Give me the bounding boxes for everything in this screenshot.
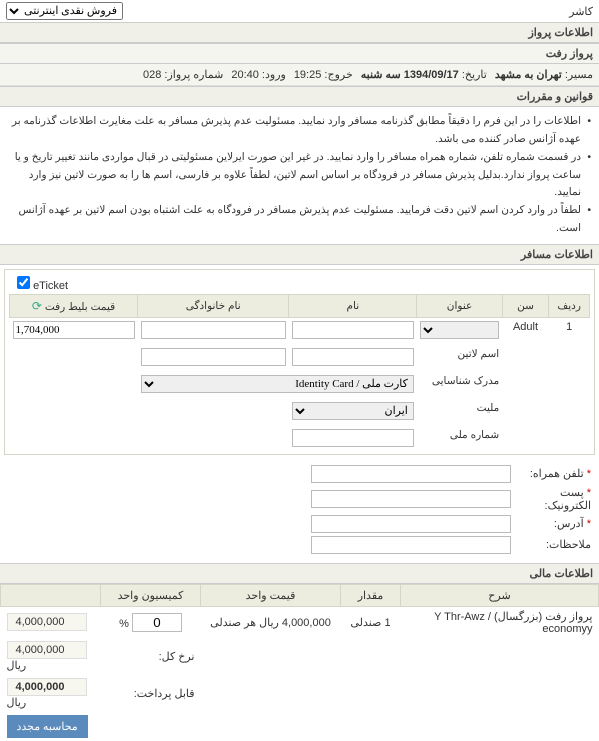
latin-fname-input[interactable]: [292, 348, 414, 366]
cashier-label: کاشر: [569, 5, 593, 18]
nid-input[interactable]: [292, 429, 414, 447]
notes-label: ملاحظات:: [511, 538, 591, 551]
currency-label: ریال: [7, 697, 27, 709]
col-title: عنوان: [417, 294, 502, 317]
gross-label: نرخ کل:: [101, 638, 201, 675]
finance-header: اطلاعات مالی: [0, 563, 599, 584]
nationality-select[interactable]: ایران: [292, 402, 414, 420]
commission-unit: %: [119, 618, 129, 630]
table-row: شماره ملی: [10, 423, 590, 450]
payable-label: قابل پرداخت:: [101, 675, 201, 712]
fin-desc: پرواز رفت (بزرگسال) / Y Thr-Awz economyy: [401, 606, 599, 638]
address-input[interactable]: [311, 515, 511, 533]
pax-age: Adult: [502, 317, 549, 342]
email-input[interactable]: [311, 490, 511, 508]
flight-date: 1394/09/17 سه شنبه: [361, 69, 459, 81]
mobile-label: * تلفن همراه:: [511, 467, 591, 480]
table-row: ملیت ایران: [10, 396, 590, 423]
flight-no: 028: [143, 69, 161, 81]
rules-header: قوانین و مقررات: [0, 86, 599, 107]
fin-col-desc: شرح: [401, 584, 599, 606]
lname-input[interactable]: [141, 321, 286, 339]
fin-col-amount: [1, 584, 101, 606]
col-price: قیمت بلیط رفت ⟳: [10, 294, 138, 317]
col-lname: نام خانوادگی: [138, 294, 289, 317]
depart-header: پرواز رفت: [0, 43, 599, 64]
passenger-box: eTicket ردیف سن عنوان نام نام خانوادگی ق…: [4, 269, 595, 455]
sale-type-select[interactable]: فروش نقدی اینترنتی: [6, 2, 123, 20]
title-select[interactable]: [420, 321, 499, 339]
currency-label: ریال: [7, 660, 27, 672]
pax-index: 1: [549, 317, 590, 342]
fin-qty: 1 صندلی: [341, 606, 401, 638]
passenger-table: ردیف سن عنوان نام نام خانوادگی قیمت بلیط…: [9, 294, 590, 450]
finance-table: شرح مقدار قیمت واحد کمیسیون واحد پرواز ر…: [0, 584, 599, 741]
nationality-label: ملیت: [417, 396, 502, 423]
info-header: اطلاعات پرواز: [0, 22, 599, 43]
email-label: * پست الکترونیک:: [511, 486, 591, 512]
fin-col-unit: قیمت واحد: [201, 584, 341, 606]
table-row: 1 Adult: [10, 317, 590, 342]
arr-time: 20:40: [231, 69, 259, 81]
fin-unit: 4,000,000 ریال هر صندلی: [201, 606, 341, 638]
rule-item: لطفاً در وارد کردن اسم لاتین دقت فرمایید…: [8, 202, 591, 238]
table-row: پرواز رفت (بزرگسال) / Y Thr-Awz economyy…: [1, 606, 599, 638]
id-doc-label: مدرک شناسایی: [417, 369, 502, 396]
fin-col-comm: کمیسیون واحد: [101, 584, 201, 606]
flight-info-bar: مسیر: تهران به مشهد تاریخ: 1394/09/17 سه…: [0, 64, 599, 86]
payable-amount: 4,000,000: [7, 678, 87, 696]
table-row: مدرک شناسایی کارت ملی / Identity Card: [10, 369, 590, 396]
eticket-label: eTicket: [33, 280, 68, 292]
col-age: سن: [502, 294, 549, 317]
route: تهران به مشهد: [495, 69, 562, 81]
fname-input[interactable]: [292, 321, 414, 339]
rule-item: در قسمت شماره تلفن، شماره همراه مسافر را…: [8, 149, 591, 203]
rules-list: اطلاعات را در این فرم را دقیقاً مطابق گذ…: [0, 107, 599, 244]
table-row: اسم لاتین: [10, 342, 590, 369]
latin-lname-input[interactable]: [141, 348, 286, 366]
price-input[interactable]: [13, 321, 135, 339]
table-row: محاسبه مجدد: [1, 712, 599, 741]
id-doc-select[interactable]: کارت ملی / Identity Card: [141, 375, 414, 393]
recalculate-button[interactable]: محاسبه مجدد: [7, 715, 88, 738]
fin-col-qty: مقدار: [341, 584, 401, 606]
pax-header: اطلاعات مسافر: [0, 244, 599, 265]
table-row: نرخ کل: 4,000,000 ریال: [1, 638, 599, 675]
gross-amount: 4,000,000: [7, 641, 87, 659]
rule-item: اطلاعات را در این فرم را دقیقاً مطابق گذ…: [8, 113, 591, 149]
col-row: ردیف: [549, 294, 590, 317]
table-row: قابل پرداخت: 4,000,000 ریال: [1, 675, 599, 712]
commission-input[interactable]: [132, 613, 182, 632]
mobile-input[interactable]: [311, 465, 511, 483]
col-fname: نام: [289, 294, 417, 317]
nid-label: شماره ملی: [417, 423, 502, 450]
contact-block: * تلفن همراه: * پست الکترونیک: * آدرس: م…: [0, 459, 599, 563]
notes-input[interactable]: [311, 536, 511, 554]
line-amount: 4,000,000: [7, 613, 87, 631]
refresh-price-icon[interactable]: ⟳: [32, 299, 42, 313]
eticket-checkbox[interactable]: [17, 276, 30, 289]
latin-name-label: اسم لاتین: [417, 342, 502, 369]
address-label: * آدرس:: [511, 517, 591, 530]
dep-time: 19:25: [294, 69, 322, 81]
